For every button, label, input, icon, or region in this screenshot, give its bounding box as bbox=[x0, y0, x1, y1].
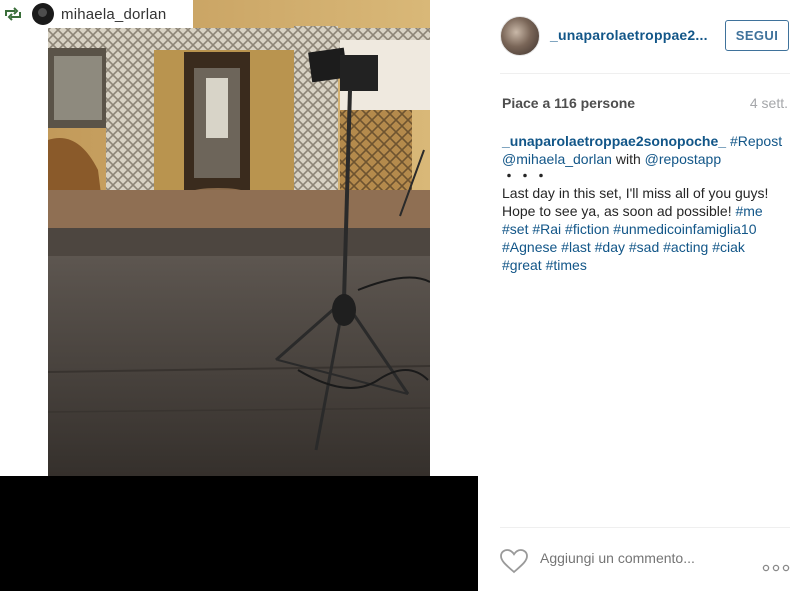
hashtag[interactable]: #ciak bbox=[712, 239, 745, 255]
caption-app-mention[interactable]: @repostapp bbox=[645, 151, 721, 167]
caption-mention[interactable]: @mihaela_dorlan bbox=[502, 151, 612, 167]
more-options-icon[interactable] bbox=[762, 559, 790, 572]
likes-count[interactable]: Piace a 116 persone bbox=[502, 95, 635, 111]
author-avatar[interactable] bbox=[500, 16, 540, 56]
photo-scene bbox=[48, 0, 430, 476]
repost-avatar bbox=[32, 3, 54, 25]
caption-with-word: with bbox=[615, 151, 641, 167]
hashtag[interactable]: #great bbox=[502, 257, 542, 273]
caption-text: Last day in this set, I'll miss all of y… bbox=[502, 185, 769, 219]
likes-row: Piace a 116 persone 4 sett. bbox=[502, 95, 788, 113]
hashtag[interactable]: #last bbox=[561, 239, 591, 255]
hashtag[interactable]: #acting bbox=[663, 239, 708, 255]
hashtag[interactable]: #Agnese bbox=[502, 239, 557, 255]
repost-badge[interactable]: mihaela_dorlan bbox=[0, 0, 193, 28]
repost-username[interactable]: mihaela_dorlan bbox=[61, 6, 166, 23]
post-time[interactable]: 4 sett. bbox=[750, 95, 788, 111]
hashtag[interactable]: #me bbox=[735, 203, 762, 219]
repost-icon bbox=[0, 0, 26, 28]
media-black-bar bbox=[0, 476, 478, 591]
hashtag[interactable]: #unmedicoinfamiglia10 bbox=[613, 221, 756, 237]
comment-divider bbox=[500, 527, 790, 528]
hashtag[interactable]: #set bbox=[502, 221, 528, 237]
post-side-panel: _unaparolaetroppae2... SEGUI Piace a 116… bbox=[478, 0, 793, 591]
caption-dots: ・・・ bbox=[502, 168, 550, 184]
author-username[interactable]: _unaparolaetroppae2... bbox=[550, 27, 708, 43]
caption-body: Last day in this set, I'll miss all of y… bbox=[502, 184, 788, 274]
comment-row bbox=[500, 544, 790, 578]
hashtag[interactable]: #day bbox=[595, 239, 625, 255]
hashtag[interactable]: #sad bbox=[629, 239, 659, 255]
post-media-area: mihaela_dorlan bbox=[0, 0, 478, 591]
hashtag[interactable]: #times bbox=[546, 257, 587, 273]
comment-input[interactable] bbox=[540, 550, 740, 566]
header-divider bbox=[500, 73, 790, 74]
caption-username[interactable]: _unaparolaetroppae2sonopoche_ bbox=[502, 133, 726, 149]
follow-button[interactable]: SEGUI bbox=[725, 20, 789, 51]
post-caption: _unaparolaetroppae2sonopoche_ #Repost @m… bbox=[502, 132, 788, 274]
post-header: _unaparolaetroppae2... SEGUI bbox=[500, 16, 790, 56]
heart-icon[interactable] bbox=[500, 549, 528, 574]
caption-hashtag-repost[interactable]: #Repost bbox=[730, 133, 782, 149]
hashtag[interactable]: #fiction bbox=[565, 221, 609, 237]
hashtag[interactable]: #Rai bbox=[532, 221, 561, 237]
post-photo[interactable] bbox=[48, 0, 430, 476]
